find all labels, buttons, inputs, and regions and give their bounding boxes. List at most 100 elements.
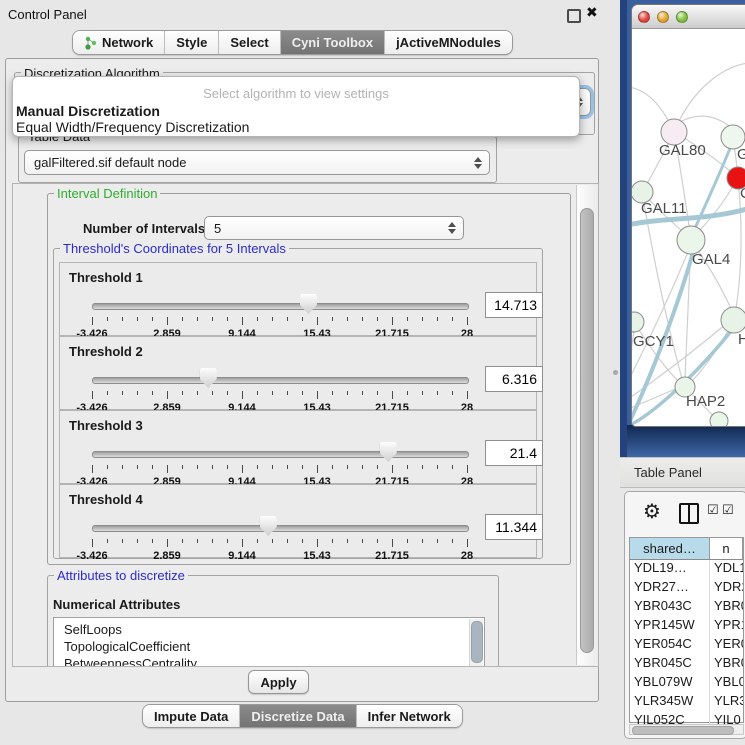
table-row[interactable]: YER054CYER0 xyxy=(630,636,743,655)
threshold-3-value-field[interactable] xyxy=(485,440,543,466)
apply-button[interactable]: Apply xyxy=(248,670,309,694)
float-window-icon[interactable] xyxy=(567,9,581,23)
tab-jactivemnodules[interactable]: jActiveMNodules xyxy=(385,31,512,54)
numerical-attributes-list[interactable]: SelfLoopsTopologicalCoefficientBetweenne… xyxy=(53,617,485,667)
settings-gear-icon[interactable]: ⚙ xyxy=(643,499,661,523)
table-cell: YDL19… xyxy=(630,560,710,579)
algorithm-option[interactable]: Equal Width/Frequency Discretization xyxy=(16,119,249,135)
slider-handle[interactable] xyxy=(300,294,317,314)
threshold-2-value-field[interactable] xyxy=(485,366,543,392)
threshold-label: Threshold 3 xyxy=(69,418,143,433)
table-panel-titlebar: Table Panel xyxy=(620,457,745,488)
slider-track[interactable] xyxy=(92,303,469,310)
threshold-4-value-field[interactable] xyxy=(485,514,543,540)
algorithm-option[interactable]: Manual Discretization xyxy=(16,103,160,119)
table-cell: YPR1 xyxy=(710,617,743,636)
threshold-panel-2: Threshold 2-3.4262.8599.14415.4321.71528 xyxy=(59,336,537,410)
slider-handle[interactable] xyxy=(380,442,397,462)
tab-label: Discretize Data xyxy=(251,709,344,724)
threshold-1-value-field[interactable] xyxy=(485,292,543,318)
table-cell: YBR0 xyxy=(710,598,743,617)
table-column-header[interactable]: shared… xyxy=(630,538,710,559)
table-cell: YLR345W xyxy=(630,693,710,712)
slider-ticks xyxy=(92,391,468,400)
slider-track[interactable] xyxy=(92,377,469,384)
tab-label: Impute Data xyxy=(154,709,228,724)
checkbox-icon[interactable]: ☑ xyxy=(707,503,719,518)
network-node-label: G xyxy=(737,146,745,163)
tab-label: Select xyxy=(230,35,268,50)
table-scrollbar-thumb[interactable] xyxy=(632,726,734,735)
table-row[interactable]: YBR045CYBR0 xyxy=(630,655,743,674)
network-node-label: GAL80 xyxy=(659,142,706,159)
table-row[interactable]: YDL19…YDL1 xyxy=(630,560,743,579)
table-cell: YLR3 xyxy=(710,693,743,712)
network-node[interactable] xyxy=(710,412,728,427)
network-node-label: GCY1 xyxy=(633,333,674,350)
table-cell: YDR27… xyxy=(630,579,710,598)
close-icon[interactable]: ✖ xyxy=(586,4,598,21)
threshold-panel-1: Threshold 1-3.4262.8599.14415.4321.71528 xyxy=(59,262,537,336)
settings-vertical-scrollbar[interactable] xyxy=(576,185,597,665)
numerical-attribute-item[interactable]: TopologicalCoefficient xyxy=(54,638,484,655)
tab-label: Cyni Toolbox xyxy=(292,35,373,50)
tab-infer-network[interactable]: Infer Network xyxy=(357,705,462,727)
slider-track[interactable] xyxy=(92,525,469,532)
table-cell: YBR0 xyxy=(710,655,743,674)
tab-label: Infer Network xyxy=(368,709,451,724)
table-cell: YDL1 xyxy=(710,560,743,579)
table-data-select-value: galFiltered.sif default node xyxy=(34,155,186,170)
network-node-label: HAP2 xyxy=(686,393,725,410)
threshold-slider: -3.4262.8599.14415.4321.71528 xyxy=(84,291,484,335)
network-node-label: GAL11 xyxy=(641,200,687,217)
table-header-row: shared…n xyxy=(630,538,743,560)
table-row[interactable]: YDR27…YDR2 xyxy=(630,579,743,598)
attributes-list-scrollbar[interactable] xyxy=(469,619,483,667)
table-cell: YBL0 xyxy=(710,674,743,693)
numerical-attribute-item[interactable]: BetweennessCentrality xyxy=(54,655,484,667)
panel-splitter-handle[interactable] xyxy=(613,370,618,375)
screen: Control Panel ✖ NetworkStyleSelectCyni T… xyxy=(0,0,745,745)
minimize-traffic-light[interactable] xyxy=(657,11,669,23)
table-cell: YBR043C xyxy=(630,598,710,617)
network-edge[interactable] xyxy=(634,322,678,381)
settings-scrollbar-thumb[interactable] xyxy=(580,208,594,653)
tab-cyni-toolbox[interactable]: Cyni Toolbox xyxy=(281,31,385,54)
table-row[interactable]: YLR345WYLR3 xyxy=(630,693,743,712)
table-cell: YPR145W xyxy=(630,617,710,636)
split-columns-icon[interactable] xyxy=(679,503,699,524)
tab-label: Style xyxy=(176,35,207,50)
table-column-header[interactable]: n xyxy=(710,538,743,559)
network-node[interactable] xyxy=(677,226,705,254)
number-of-intervals-select[interactable]: 5 xyxy=(204,216,464,240)
slider-handle[interactable] xyxy=(260,516,277,536)
network-node[interactable] xyxy=(721,307,745,333)
algorithm-dropdown-placeholder: Select algorithm to view settings xyxy=(13,86,579,101)
network-edge[interactable] xyxy=(674,63,745,132)
table-horizontal-scrollbar[interactable] xyxy=(629,724,744,735)
tab-discretize-data[interactable]: Discretize Data xyxy=(240,705,356,727)
number-of-intervals-label: Number of Intervals xyxy=(83,221,205,236)
threshold-slider: -3.4262.8599.14415.4321.71528 xyxy=(84,513,484,557)
tab-network[interactable]: Network xyxy=(73,31,165,54)
close-traffic-light[interactable] xyxy=(638,11,650,23)
node-attribute-table: shared…n YDL19…YDL1YDR27…YDR2YBR043CYBR0… xyxy=(629,537,744,723)
checkbox-icon[interactable]: ☑ xyxy=(722,503,734,518)
zoom-traffic-light[interactable] xyxy=(676,11,688,23)
table-row[interactable]: YBL079WYBL0 xyxy=(630,674,743,693)
slider-ticks xyxy=(92,317,468,326)
network-canvas[interactable]: GAL80GCGAL11GAL4GCY1HHAP2 xyxy=(632,29,745,426)
slider-track[interactable] xyxy=(92,451,469,458)
network-window-titlebar[interactable] xyxy=(632,5,745,29)
tab-style[interactable]: Style xyxy=(165,31,219,54)
numerical-attribute-item[interactable]: SelfLoops xyxy=(54,621,484,638)
table-row[interactable]: YBR043CYBR0 xyxy=(630,598,743,617)
table-row[interactable]: YPR145WYPR1 xyxy=(630,617,743,636)
tab-select[interactable]: Select xyxy=(219,31,280,54)
bottom-tab-bar: Impute Data Discretize Data Infer Network xyxy=(142,704,463,728)
tab-impute-data[interactable]: Impute Data xyxy=(143,705,240,727)
algorithm-dropdown-popup: Select algorithm to view settings Manual… xyxy=(12,76,580,137)
slider-handle[interactable] xyxy=(200,368,217,388)
network-node[interactable] xyxy=(632,312,644,332)
table-data-select[interactable]: galFiltered.sif default node xyxy=(24,150,490,175)
